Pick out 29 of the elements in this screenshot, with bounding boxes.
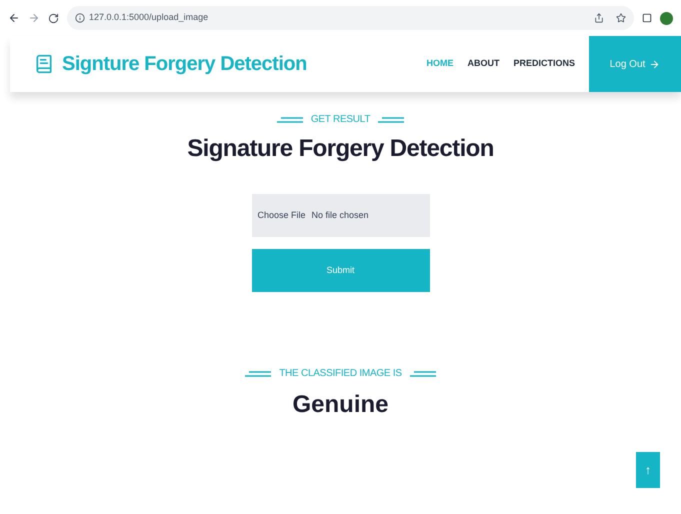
info-icon [75,13,85,23]
choose-file-label: Choose File [258,208,306,222]
double-line-icon [410,370,436,376]
result-value: Genuine [292,390,388,420]
file-status: No file chosen [312,208,369,222]
avatar-icon[interactable] [660,12,673,24]
double-line-icon [245,370,272,376]
section-eyebrow: THE CLASSIFIED IMAGE IS [279,367,402,381]
submit-button[interactable]: Submit [252,249,430,292]
share-icon[interactable] [594,13,604,23]
nav-link[interactable]: ABOUT [467,57,500,71]
double-line-icon [378,116,404,122]
section-eyebrow: GET RESULT [310,113,370,127]
reload-icon[interactable] [48,12,59,24]
double-line-icon [276,116,303,122]
star-icon[interactable] [616,13,626,23]
address-bar[interactable]: 127.0.0.1:5000/upload_image [67,6,634,30]
nav-link[interactable]: HOME [426,57,454,71]
brand-title[interactable]: Signture Forgery Detection [62,49,307,79]
book-icon [34,54,54,74]
back-icon[interactable] [8,12,20,24]
forward-icon[interactable] [28,12,40,24]
logout-button[interactable]: Log Out [589,36,681,92]
back-to-top-button[interactable]: ↑ [636,452,660,488]
arrow-right-icon [649,58,660,70]
file-input[interactable]: Choose File No file chosen [252,194,430,237]
nav-link[interactable]: PREDICTIONS [513,57,575,71]
sidebar-icon[interactable] [642,13,652,23]
page-title: Signature Forgery Detection [187,134,494,164]
